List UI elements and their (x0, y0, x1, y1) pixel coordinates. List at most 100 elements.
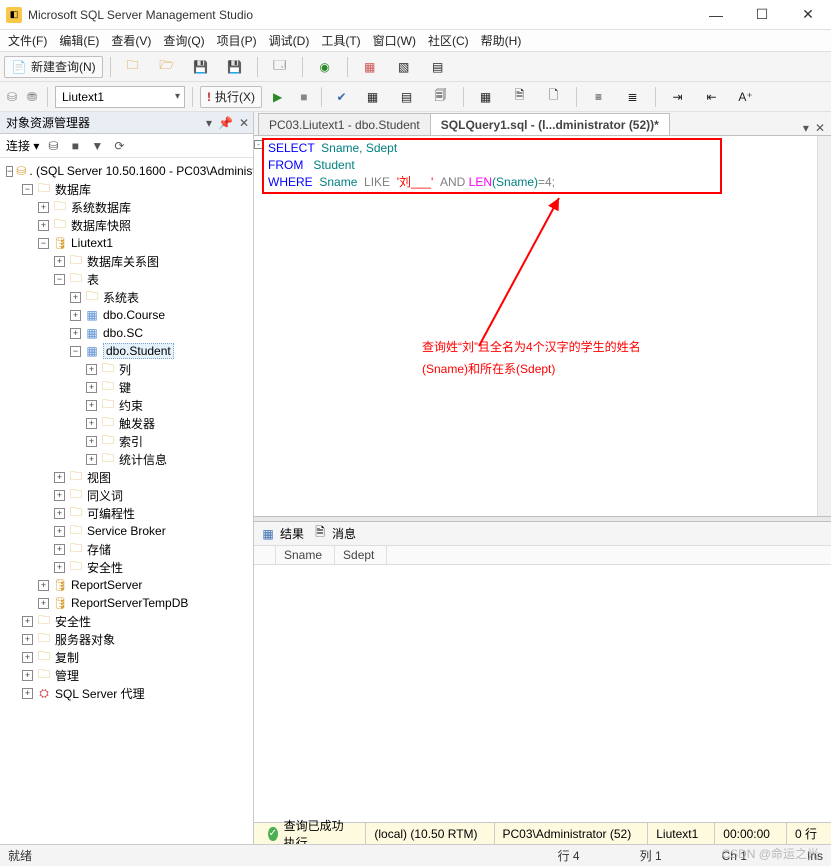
tb-results-grid[interactable]: ▦ (471, 86, 501, 108)
toggle-icon[interactable]: + (86, 400, 97, 411)
toggle-icon[interactable]: − (54, 274, 65, 285)
database-select[interactable]: Liutext1 (55, 86, 185, 108)
student-node[interactable]: dbo.Student (103, 343, 174, 359)
tb-a[interactable]: A⁺ (731, 86, 761, 108)
toggle-icon[interactable]: + (54, 490, 65, 501)
keys-node[interactable]: 键 (119, 379, 131, 396)
menu-edit[interactable]: 编辑(E) (55, 30, 103, 51)
connect-icon-1[interactable]: ⛁ (45, 138, 61, 154)
toggle-icon[interactable]: + (22, 634, 33, 645)
toggle-icon[interactable]: + (70, 310, 81, 321)
connect-icon[interactable]: ⛁ (4, 89, 20, 105)
toggle-icon[interactable]: + (70, 328, 81, 339)
stop-button[interactable]: ■ (293, 86, 314, 108)
toggle-icon[interactable]: + (86, 454, 97, 465)
tb-btn-db[interactable]: 🗀 (118, 56, 148, 78)
tables-node[interactable]: 表 (87, 271, 99, 288)
disconnect-icon[interactable]: ⛃ (24, 89, 40, 105)
tb-outdent[interactable]: ⇤ (697, 86, 727, 108)
tb-uncomment[interactable]: ≣ (618, 86, 648, 108)
tb-btn-2[interactable]: ▦ (355, 56, 385, 78)
columns-node[interactable]: 列 (119, 361, 131, 378)
programmability-node[interactable]: 可编程性 (87, 505, 135, 522)
tb-btn-1[interactable]: 🗔 (265, 56, 295, 78)
toggle-icon[interactable]: + (54, 544, 65, 555)
execute-button[interactable]: ! 执行(X) (200, 86, 262, 108)
col-sname[interactable]: Sname (276, 546, 335, 564)
liutext1-node[interactable]: Liutext1 (71, 236, 113, 250)
management-node[interactable]: 管理 (55, 667, 79, 684)
toggle-icon[interactable]: + (54, 526, 65, 537)
toggle-icon[interactable]: + (54, 562, 65, 573)
triggers-node[interactable]: 触发器 (119, 415, 155, 432)
vertical-scrollbar[interactable] (817, 136, 831, 516)
tab-close-icon[interactable]: ✕ (815, 121, 825, 135)
new-query-button[interactable]: 📄新建查询(N) (4, 56, 103, 78)
menu-project[interactable]: 项目(P) (213, 30, 261, 51)
toggle-icon[interactable]: − (22, 184, 33, 195)
col-sdept[interactable]: Sdept (335, 546, 387, 564)
synonyms-node[interactable]: 同义词 (87, 487, 123, 504)
tab-sqlquery1[interactable]: SQLQuery1.sql - (l...dministrator (52))* (430, 113, 670, 135)
sysdb-node[interactable]: 系统数据库 (71, 199, 131, 216)
toggle-icon[interactable]: + (38, 220, 49, 231)
panel-dropdown-icon[interactable]: ▾ (206, 116, 212, 130)
servicebroker-node[interactable]: Service Broker (87, 524, 166, 538)
views-node[interactable]: 视图 (87, 469, 111, 486)
storage-node[interactable]: 存储 (87, 541, 111, 558)
toggle-icon[interactable]: − (6, 166, 13, 177)
parse-button[interactable]: ✔ (329, 86, 353, 108)
databases-node[interactable]: 数据库 (55, 181, 91, 198)
tb-btn-save[interactable]: 💾 (186, 56, 216, 78)
tab-dropdown-icon[interactable]: ▾ (803, 121, 809, 135)
collapse-icon[interactable]: - (254, 140, 263, 149)
tb-btn-folder[interactable]: 🗁 (152, 56, 182, 78)
connect-icon-2[interactable]: ■ (67, 138, 83, 154)
tb-comment[interactable]: ≡ (584, 86, 614, 108)
close-button[interactable]: ✕ (785, 0, 831, 30)
snapshot-node[interactable]: 数据库快照 (71, 217, 131, 234)
security-node[interactable]: 安全性 (55, 613, 91, 630)
sc-node[interactable]: dbo.SC (103, 326, 143, 340)
sql-code[interactable]: SELECT Sname, Sdept FROM Student WHERE S… (268, 140, 817, 191)
diagrams-node[interactable]: 数据库关系图 (87, 253, 159, 270)
menu-debug[interactable]: 调试(D) (265, 30, 314, 51)
sqlagent-node[interactable]: SQL Server 代理 (55, 685, 145, 702)
maximize-button[interactable]: ☐ (739, 0, 785, 30)
security-db-node[interactable]: 安全性 (87, 559, 123, 576)
menu-community[interactable]: 社区(C) (424, 30, 473, 51)
constraints-node[interactable]: 约束 (119, 397, 143, 414)
tb-btn-saveall[interactable]: 💾 (220, 56, 250, 78)
server-node[interactable]: . (SQL Server 10.50.1600 - PC03\Administ (29, 164, 253, 178)
menu-window[interactable]: 窗口(W) (369, 30, 420, 51)
toggle-icon[interactable]: + (54, 256, 65, 267)
menu-file[interactable]: 文件(F) (4, 30, 51, 51)
menu-query[interactable]: 查询(Q) (159, 30, 208, 51)
tb-opt-2[interactable]: 🗐 (426, 86, 456, 108)
panel-pin-icon[interactable]: 📌 (218, 116, 233, 130)
toggle-icon[interactable]: + (22, 688, 33, 699)
object-explorer-tree[interactable]: −⛁. (SQL Server 10.50.1600 - PC03\Admini… (0, 158, 253, 844)
toggle-icon[interactable]: + (38, 598, 49, 609)
sql-editor[interactable]: - SELECT Sname, Sdept FROM Student WHERE… (254, 136, 831, 516)
menu-tools[interactable]: 工具(T) (317, 30, 364, 51)
reportservertemp-node[interactable]: ReportServerTempDB (71, 596, 188, 610)
toggle-icon[interactable]: + (54, 472, 65, 483)
minimize-button[interactable]: — (693, 0, 739, 30)
replication-node[interactable]: 复制 (55, 649, 79, 666)
toggle-icon[interactable]: + (22, 652, 33, 663)
refresh-icon[interactable]: ⟳ (111, 138, 127, 154)
course-node[interactable]: dbo.Course (103, 308, 165, 322)
tb-btn-4[interactable]: ▤ (423, 56, 453, 78)
toggle-icon[interactable]: + (54, 508, 65, 519)
menu-view[interactable]: 查看(V) (107, 30, 155, 51)
panel-close-icon[interactable]: ✕ (239, 116, 249, 130)
indexes-node[interactable]: 索引 (119, 433, 143, 450)
messages-tab[interactable]: 🗎消息 (312, 525, 356, 542)
tb-plan[interactable]: ▦ (358, 86, 388, 108)
results-grid[interactable]: Sname Sdept (254, 546, 831, 822)
toggle-icon[interactable]: + (70, 292, 81, 303)
toggle-icon[interactable]: + (22, 616, 33, 627)
tb-opt-1[interactable]: ▤ (392, 86, 422, 108)
toggle-icon[interactable]: + (86, 436, 97, 447)
